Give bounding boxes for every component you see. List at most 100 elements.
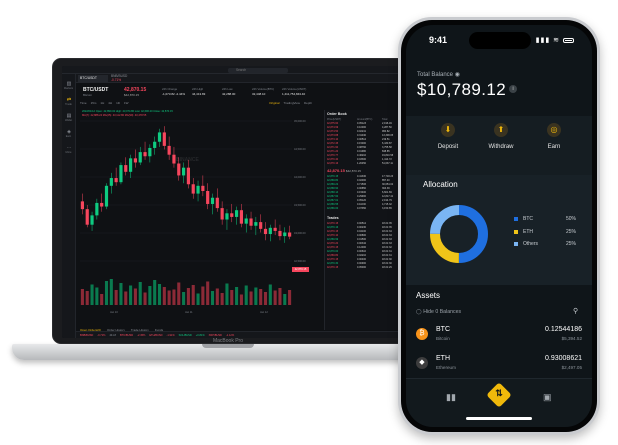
checkbox-icon: ◯ [416, 309, 422, 315]
volume-bar [230, 290, 234, 305]
volume-bar [133, 288, 137, 305]
candle-body [133, 158, 137, 163]
candle-body [90, 215, 94, 225]
wallet-icon[interactable]: ▣ [543, 392, 552, 403]
status-ticker-item: -2.45% [137, 334, 146, 337]
ticker-stat-label: 24h Volume(BTC) [252, 87, 275, 91]
sidebar-item-wallet[interactable]: ▤ Wallet [62, 113, 75, 122]
asset-usd-value: $5,394.52 [561, 336, 582, 341]
volume-bar [235, 287, 239, 305]
sidebar-item-earn[interactable]: ◈ Earn [62, 129, 75, 138]
earn-button[interactable]: ◎ Earn [534, 123, 574, 150]
markets-icon[interactable]: ▮▮ [446, 392, 456, 403]
price-axis-label: 44,500.00 [294, 147, 306, 151]
candle-body [283, 232, 287, 237]
trade-amount: 0.05000 [357, 266, 367, 269]
last-price-tag: 42,870.15 [292, 267, 309, 272]
ask-row[interactable]: 42,870.16 1.20450 51,637.11 [325, 162, 402, 166]
interval-button[interactable]: 1H [100, 101, 104, 105]
interval-button[interactable]: 15m [91, 101, 97, 105]
search-input[interactable]: Search [228, 67, 288, 73]
chart-view-tab[interactable]: Depth [304, 101, 312, 105]
trade-row: 42,870.15 0.05000 18:21:29 [325, 266, 402, 270]
legend-swatch [514, 229, 518, 234]
candle-body [114, 178, 118, 183]
asset-amount: 0.12544186 [545, 326, 582, 333]
chart-view-tab[interactable]: Original [269, 101, 279, 105]
status-ticker-item: -1.91% [166, 334, 175, 337]
bid-row[interactable]: 42,866.00 0.07350 3,150.65 [325, 207, 402, 211]
deposit-icon: ⬇ [441, 123, 455, 137]
chart-view-tab[interactable]: TradingView [283, 101, 300, 105]
order-book-mid-price: 42,870.15 $42,870.15 [325, 166, 402, 175]
row-amount: 0.07350 [357, 207, 367, 210]
candle-body [85, 209, 89, 225]
total-balance-text: Total Balance [417, 72, 454, 78]
volume-bar [263, 292, 268, 305]
candle-body [230, 213, 234, 217]
sidebar-item-more[interactable]: ⋯ More [62, 145, 75, 154]
volume-bar [104, 281, 109, 305]
legend-name: Others [523, 241, 539, 247]
info-icon[interactable]: i [509, 85, 517, 93]
candle-body [206, 191, 210, 204]
deposit-button[interactable]: ⬇ Deposit [428, 123, 468, 150]
search-placeholder: Search [236, 67, 247, 72]
btc-coin-icon: ₿ [416, 328, 428, 340]
legend-percent: 25% [565, 228, 576, 235]
candle-body [143, 152, 147, 157]
wifi-icon: ≋ [553, 37, 561, 44]
laptop-screen: Search ▥ Markets ⇄ Trade ▤ Wallet ◈ Earn ⋯ More B… [62, 66, 402, 338]
sidebar-item-trade[interactable]: ⇄ Trade [62, 97, 75, 106]
asset-row-eth[interactable]: ◆ ETH Ethereum 0.93008621 $2,497.05 [416, 353, 582, 381]
ticker-stat-value: 1,411,754,843.40 [282, 92, 306, 96]
price-axis-label: 45,000.00 [294, 119, 306, 123]
status-ticker-item: -0.71% [97, 334, 106, 337]
status-ticker-item: BTC/BUSD [119, 334, 134, 337]
price-chart[interactable]: 45,000.00 44,500.00 44,000.00 43,500.00 43,0… [80, 109, 318, 317]
tab-btc-usdt[interactable]: BTC/USDT [78, 75, 108, 82]
candle-body [157, 132, 162, 142]
candle-body [278, 230, 282, 237]
volume-bar [172, 289, 176, 305]
interval-button[interactable]: 4H [108, 101, 112, 105]
time-axis-label: Jan 11 [185, 310, 193, 314]
candle-body [273, 227, 277, 231]
volume-bar [254, 287, 258, 305]
legend-name: BTC [523, 216, 533, 222]
order-book: Order Book Price(USDT) Amount(BTC) Total… [324, 110, 402, 330]
interval-button[interactable]: Time [80, 101, 87, 105]
volume-bar [220, 293, 224, 305]
interval-button[interactable]: 1D [116, 101, 120, 105]
volume-bar [119, 283, 123, 305]
asset-usd-value: $2,497.05 [561, 365, 582, 370]
asset-row-btc[interactable]: ₿ BTC Bitcoin 0.12544186 $5,394.52 [416, 324, 582, 352]
hide-zero-balances-toggle[interactable]: ◯ Hide 0 Balances [416, 309, 461, 315]
tab-change: -0.71% [111, 77, 122, 82]
volume-bar [196, 293, 200, 305]
legend-percent: 50% [565, 216, 576, 222]
withdraw-icon: ⬆ [494, 123, 508, 137]
ticker-stat: 24h Volume(USDT) 1,411,754,843.40 [282, 87, 306, 96]
volume-bar [177, 282, 181, 305]
window-titlebar: Search [62, 66, 402, 81]
withdraw-button[interactable]: ⬆ Withdraw [481, 123, 521, 150]
candle-body [225, 213, 229, 220]
asset-name: Ethereum [436, 365, 456, 370]
volume-bar [114, 290, 118, 305]
status-ticker-item: XRP/BUSD [208, 334, 222, 337]
tab-bnb-busd[interactable]: BNB/BUSD -0.71% [111, 74, 127, 82]
status-ticker-item: -1.12% [225, 334, 235, 337]
search-icon[interactable]: ⚲ [573, 307, 578, 315]
sidebar-item-markets[interactable]: ▥ Markets [62, 81, 75, 90]
status-ticker-item: SOL/BUSD [178, 334, 192, 337]
interval-button[interactable]: 1W [124, 101, 129, 105]
candle-body [124, 165, 128, 172]
status-ticker-item: +0.81% [195, 334, 205, 337]
ticker-stat-label: 24h Volume(USDT) [282, 87, 307, 91]
ticker-price-usd: $42,870.15 [124, 93, 140, 97]
signal-icon: ▮▮▮ [535, 37, 551, 44]
eye-icon[interactable]: ◉ [455, 72, 460, 78]
exchange-sidebar: ▥ Markets ⇄ Trade ▤ Wallet ◈ Earn ⋯ More [62, 74, 76, 338]
candle-body [177, 163, 181, 176]
